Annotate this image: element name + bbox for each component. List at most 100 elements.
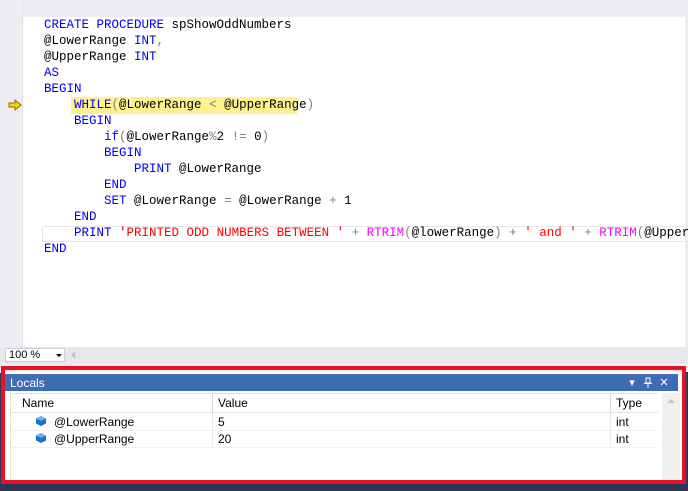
code-token: @UpperRange [44, 50, 135, 64]
execution-pointer-icon [8, 99, 22, 111]
editor-top-strip [0, 0, 688, 17]
code-token: ) [494, 226, 502, 240]
code-token: @UpperRange [216, 98, 307, 112]
code-token: % [209, 130, 217, 144]
code-line: PRINT 'PRINTED ODD NUMBERS BETWEEN ' + R… [44, 225, 688, 241]
locals-header: Locals ▾ ✕ [4, 374, 678, 391]
code-token: spShowOddNumbers [164, 18, 292, 32]
code-line: END [44, 209, 97, 225]
cell-divider [610, 413, 611, 430]
code-token: @LowerRange [119, 98, 210, 112]
column-header-name[interactable]: Name [22, 396, 54, 412]
code-token: END [44, 242, 67, 256]
code-token: + [576, 226, 600, 240]
code-line: SET @LowerRange = @LowerRange + 1 [44, 193, 352, 209]
chevron-down-icon[interactable] [56, 354, 62, 357]
code-line: END [44, 241, 67, 257]
vertical-scrollbar[interactable] [662, 393, 680, 482]
code-token: CREATE PROCEDURE [44, 18, 165, 32]
row-value[interactable]: 5 [218, 414, 225, 430]
code-token: END [104, 178, 127, 192]
code-token: WHILE [74, 98, 112, 112]
scroll-up-icon[interactable] [667, 399, 675, 403]
editor-margin[interactable] [0, 0, 22, 347]
code-token: + [344, 226, 367, 240]
code-token: @LowerRange [44, 34, 135, 48]
row-type: int [616, 432, 629, 446]
row-name: @LowerRange [54, 415, 135, 429]
code-line: @UpperRange INT [44, 49, 157, 65]
zoom-value: 100 % [9, 349, 41, 361]
column-divider[interactable] [610, 394, 611, 412]
code-token: ) [261, 130, 270, 144]
code-token: @LowerRange [231, 194, 330, 208]
code-token: ( [119, 130, 127, 144]
variable-icon [36, 416, 46, 426]
row-value[interactable]: 20 [218, 431, 231, 447]
code-token: INT [134, 34, 157, 48]
code-token: , [156, 34, 165, 48]
code-token: ( [404, 226, 412, 240]
cell-divider [212, 430, 213, 447]
code-line: if(@LowerRange%2 != 0) [44, 129, 269, 145]
window-menu-icon[interactable]: ▾ [626, 377, 638, 389]
code-token: END [74, 210, 97, 224]
code-token: PRINT [74, 226, 112, 240]
column-headers: Name Value Type [12, 393, 658, 413]
code-token: != [231, 130, 247, 144]
code-token: 'PRINTED ODD NUMBERS BETWEEN ' [119, 226, 345, 240]
zoom-select[interactable]: 100 % [5, 348, 65, 362]
code-token: @UpperRange [644, 226, 688, 240]
code-line: AS [44, 65, 59, 81]
code-line: END [44, 177, 127, 193]
code-line: BEGIN [44, 113, 112, 129]
pin-icon[interactable] [642, 377, 654, 389]
close-icon[interactable]: ✕ [658, 377, 670, 389]
variable-icon [36, 433, 46, 443]
code-token: BEGIN [44, 82, 82, 96]
column-divider[interactable] [212, 394, 213, 412]
scroll-left-icon[interactable] [71, 351, 75, 359]
code-token: + [501, 226, 525, 240]
row-type: int [616, 415, 629, 429]
code-line: PRINT @LowerRange [44, 161, 262, 177]
code-line: CREATE PROCEDURE spShowOddNumbers [44, 17, 292, 33]
code-line: BEGIN [44, 145, 142, 161]
code-token: SET [104, 194, 127, 208]
locals-window: Locals ▾ ✕ Name Value Type @LowerRange 5… [2, 372, 682, 484]
margin-divider [22, 0, 23, 347]
code-token: 0 [246, 130, 262, 144]
code-editor[interactable]: CREATE PROCEDURE spShowOddNumbers @LowerR… [0, 0, 688, 347]
table-row[interactable]: @LowerRange 5 int [12, 413, 658, 431]
code-token: @LowerRange [171, 162, 262, 176]
table-row[interactable]: @UpperRange 20 int [12, 430, 658, 448]
code-line: @LowerRange INT, [44, 33, 164, 49]
column-header-value[interactable]: Value [218, 396, 248, 412]
code-token: = [224, 194, 232, 208]
code-line: BEGIN [44, 81, 82, 97]
locals-title: Locals [10, 376, 45, 390]
code-token: PRINT [134, 162, 172, 176]
column-header-type[interactable]: Type [616, 396, 642, 412]
code-token: @LowerRange [126, 194, 225, 208]
code-token: RTRIM [366, 226, 405, 240]
code-token: ' and ' [524, 226, 577, 240]
code-token: INT [134, 50, 157, 64]
code-token: @LowerRange [126, 130, 210, 144]
grid-left-border [10, 392, 11, 484]
code-token: AS [44, 66, 60, 80]
cell-divider [212, 413, 213, 430]
editor-status-strip: 100 % [0, 347, 688, 364]
code-token: BEGIN [104, 146, 142, 160]
code-token: BEGIN [74, 114, 112, 128]
code-token: @lowerRange [411, 226, 495, 240]
